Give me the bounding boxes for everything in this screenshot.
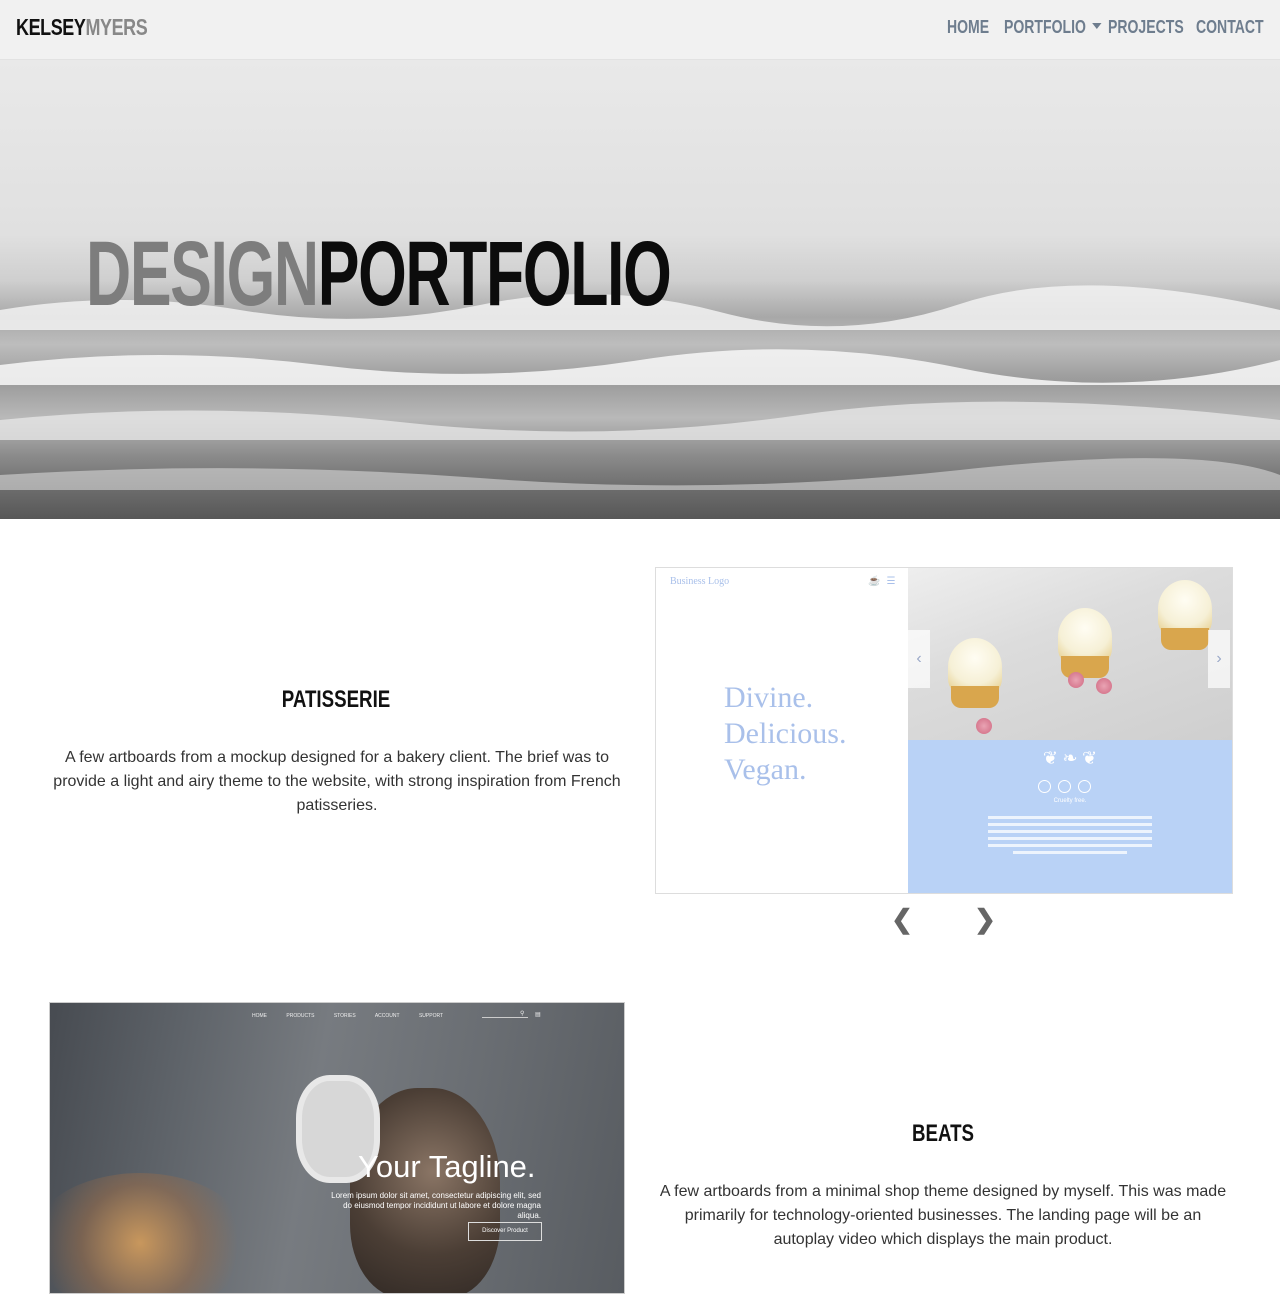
hero-title: DESIGNPORTFOLIO	[86, 228, 672, 320]
nav-home-link[interactable]: HOME	[947, 17, 989, 38]
rose-decoration	[1068, 672, 1084, 688]
mockup-light-glow	[50, 1173, 250, 1293]
mockup-lorem-lines	[988, 816, 1152, 858]
nav-portfolio-label: PORTFOLIO	[1004, 17, 1086, 37]
mockup-tagline-line: Divine.	[724, 681, 814, 714]
carousel-next-button[interactable]: ❯	[973, 905, 997, 933]
mockup-nav-item: PRODUCTS	[286, 1013, 315, 1019]
beats-description: A few artboards from a minimal shop them…	[659, 1183, 1227, 1248]
search-icon: ⚲	[520, 1011, 525, 1017]
mockup-left-panel: Business Logo ☕☰ Divine. Delicious. Vega…	[656, 568, 908, 893]
mockup-tagline-line: Vegan.	[724, 753, 807, 786]
nav-contact-link[interactable]: CONTACT	[1196, 17, 1264, 38]
cupcake-base	[951, 686, 999, 708]
mockup-chevron-left-icon: ‹	[908, 630, 930, 688]
patisserie-description: A few artboards from a mockup designed f…	[53, 749, 621, 814]
cupcake-base	[1161, 628, 1209, 650]
carousel-prev-button[interactable]: ❮	[890, 905, 914, 933]
mockup-nav-item: STORIES	[333, 1013, 356, 1019]
mockup-tagline: Your Tagline.	[358, 1149, 536, 1184]
mockup-tagline: Divine. Delicious. Vegan.	[724, 680, 846, 788]
hero-title-light: DESIGN	[86, 223, 319, 325]
rose-decoration	[976, 718, 992, 734]
mockup-caption: Cruelty free.	[1053, 798, 1087, 804]
mockup-nav-item: SUPPORT	[418, 1013, 444, 1019]
hero-banner: DESIGNPORTFOLIO	[0, 60, 1280, 519]
cupcake-base	[1061, 656, 1109, 678]
mockup-chevron-right-icon: ›	[1208, 630, 1230, 688]
nav-projects-link[interactable]: PROJECTS	[1108, 17, 1184, 38]
mockup-blue-panel: ❦ ❧ ❦ Cruelty free.	[908, 740, 1232, 893]
mockup-circle-icons	[1038, 780, 1098, 798]
patisserie-mockup-image: Business Logo ☕☰ Divine. Delicious. Vega…	[655, 567, 1233, 894]
mockup-tagline-line: Delicious.	[724, 717, 847, 750]
mockup-menu-icons: ☕☰	[868, 576, 902, 587]
mockup-nav: HOME PRODUCTS STORIES ACCOUNT SUPPORT	[252, 1013, 461, 1019]
patisserie-title: PATISSERIE	[281, 686, 391, 713]
mockup-discover-button: Discover Product	[468, 1222, 542, 1241]
ornament-icon: ❦ ❧ ❦	[1042, 748, 1098, 768]
mockup-nav-item: HOME	[252, 1013, 267, 1019]
cupcakes-photo: ‹ ›	[908, 568, 1232, 740]
chevron-down-icon	[1092, 23, 1102, 29]
mockup-business-logo: Business Logo	[670, 576, 730, 587]
top-navbar: KELSEYMYERS HOME PORTFOLIO PROJECTS CONT…	[0, 0, 1280, 60]
cart-icon: ▤	[535, 1012, 541, 1018]
beats-title: BEATS	[911, 1120, 975, 1147]
hero-title-dark: PORTFOLIO	[317, 223, 672, 325]
nav-links: HOME PORTFOLIO PROJECTS CONTACT	[0, 17, 1280, 41]
mockup-body-text: Lorem ipsum dolor sit amet, consectetur …	[331, 1191, 541, 1220]
beats-mockup-image: HOME PRODUCTS STORIES ACCOUNT SUPPORT ⚲ …	[49, 1002, 625, 1294]
mockup-nav-item: ACCOUNT	[374, 1013, 400, 1019]
mockup-search-field	[482, 1017, 528, 1018]
nav-portfolio-dropdown[interactable]: PORTFOLIO	[1004, 17, 1102, 38]
rose-decoration	[1096, 678, 1112, 694]
